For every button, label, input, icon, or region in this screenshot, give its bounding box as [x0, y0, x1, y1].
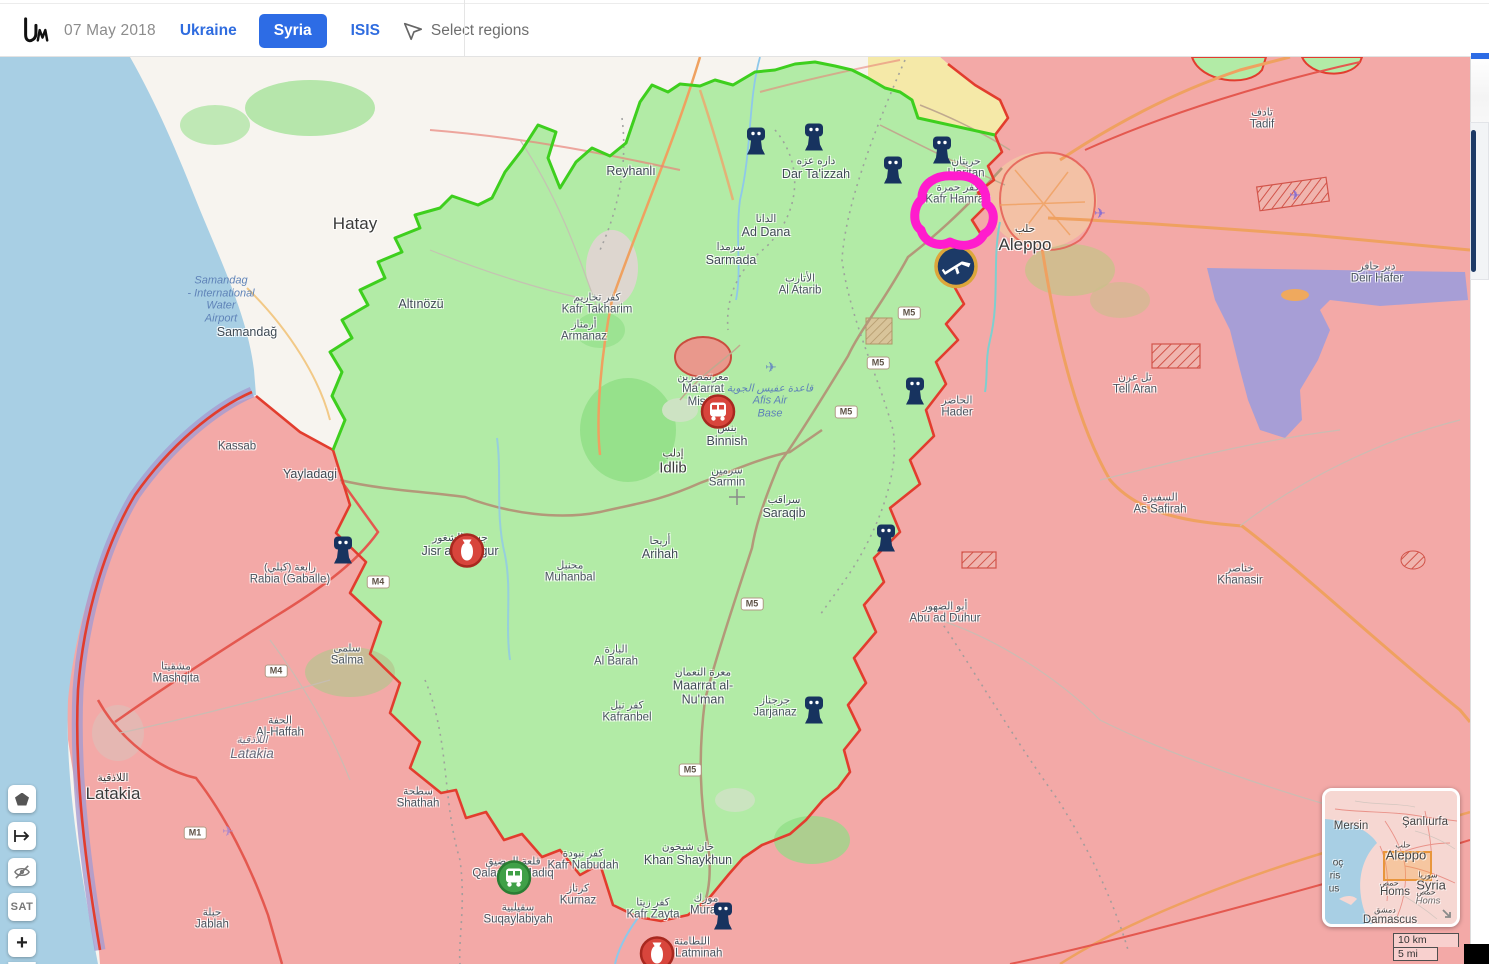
mortar-marker[interactable]	[880, 156, 906, 193]
mortar-marker[interactable]	[743, 127, 769, 164]
hide-markers-button[interactable]	[8, 858, 36, 886]
idlib-urban	[662, 398, 698, 422]
minimap-label: Homs	[1380, 886, 1410, 898]
scale-km: 10 km	[1393, 933, 1459, 947]
draw-region-button[interactable]	[8, 785, 36, 813]
minimap-label: Damascus	[1363, 914, 1417, 926]
minimap-label: us	[1329, 884, 1340, 895]
mortar-marker[interactable]	[330, 536, 356, 573]
region-pointer-icon	[402, 20, 424, 42]
mortar-marker[interactable]	[902, 377, 928, 414]
minimap-collapse-icon[interactable]	[1439, 906, 1455, 922]
minimap-label: oç	[1333, 858, 1344, 869]
pentagon-icon	[15, 793, 29, 806]
bomb-marker[interactable]	[449, 533, 485, 574]
tab-syria[interactable]: Syria	[259, 14, 327, 48]
select-regions-button[interactable]: Select regions	[402, 20, 529, 42]
right-panel-accent	[1471, 53, 1489, 59]
date-label: 07 May 2018	[64, 22, 156, 40]
top-bar: 07 May 2018 Ukraine Syria ISIS Select re…	[0, 0, 1489, 57]
eye-off-icon	[13, 864, 31, 880]
tab-ukraine[interactable]: Ukraine	[180, 22, 237, 40]
minimap-label: Homs	[1416, 896, 1441, 907]
military-area	[1152, 344, 1200, 368]
select-regions-label: Select regions	[431, 22, 529, 40]
mortar-marker[interactable]	[873, 524, 899, 561]
minimap-label: Şanlıurfa	[1402, 816, 1448, 828]
bomb-marker[interactable]	[639, 936, 675, 964]
scale-mi: 5 mi	[1393, 947, 1438, 961]
mortar-marker[interactable]	[801, 696, 827, 733]
zoom-in-button[interactable]: +	[8, 929, 36, 957]
liveuamap-logo[interactable]	[20, 16, 50, 46]
hatay-urban	[586, 230, 638, 306]
mortar-marker[interactable]	[801, 123, 827, 160]
topbar-divider	[464, 0, 465, 56]
svg-text:✈: ✈	[1289, 188, 1301, 204]
liveuamap-app: ✈ ✈ ✈ ✈ HatayReyhanlıAltınözüSamandag- I…	[0, 0, 1489, 964]
measure-arrow-icon	[13, 829, 31, 843]
corner-block	[1464, 944, 1489, 964]
base-area	[866, 318, 892, 344]
tab-isis[interactable]: ISIS	[351, 22, 380, 40]
minimap-label: Aleppo	[1386, 848, 1426, 863]
mortar-marker[interactable]	[929, 136, 955, 173]
satellite-toggle-button[interactable]: SAT	[8, 893, 36, 921]
right-scrollbar-thumb[interactable]	[1471, 130, 1476, 272]
mortar-marker[interactable]	[710, 902, 736, 939]
map-canvas[interactable]: ✈ ✈ ✈ ✈ HatayReyhanlıAltınözüSamandag- I…	[0, 57, 1470, 964]
minimap-label: ris	[1330, 871, 1341, 882]
latakia-urban	[92, 705, 144, 761]
overview-minimap[interactable]: MersinŞanlıurfaحلبAleppoسورياSyriaحمصHom…	[1322, 788, 1460, 927]
bus-green-marker[interactable]	[496, 860, 532, 901]
map-base-layers: ✈ ✈ ✈ ✈	[0, 57, 1470, 964]
abu-ad-duhur-airbase	[962, 552, 996, 568]
measure-button[interactable]	[8, 822, 36, 850]
bus-red-marker[interactable]	[700, 394, 736, 435]
lake-island	[1281, 289, 1309, 301]
event-area	[675, 337, 731, 377]
svg-text:✈: ✈	[765, 360, 777, 376]
svg-text:✈: ✈	[222, 824, 234, 840]
svg-text:✈: ✈	[1094, 206, 1106, 222]
rifle-marker[interactable]	[931, 242, 981, 297]
minimap-label: Mersin	[1334, 820, 1369, 832]
